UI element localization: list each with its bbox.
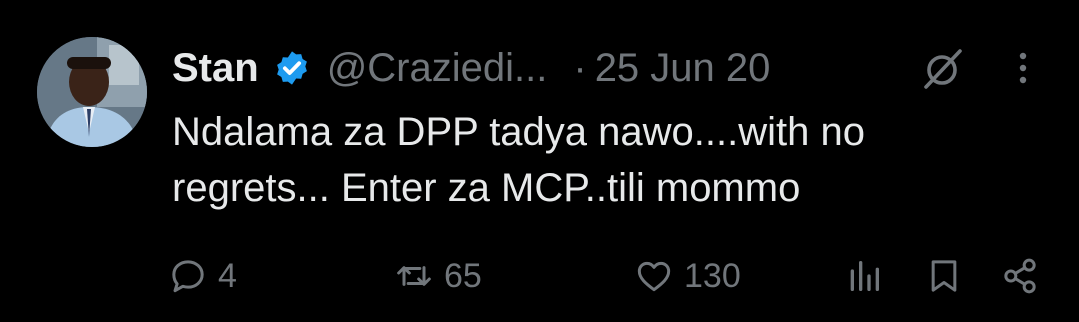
tweet-card[interactable]: Stan @Craziedi... · 25 Jun 20 Ndalama za… <box>0 0 1079 322</box>
like-button[interactable]: 130 <box>634 250 741 302</box>
bookmark-button[interactable] <box>924 250 964 302</box>
repost-button[interactable]: 65 <box>394 250 482 302</box>
reply-count: 4 <box>218 256 237 295</box>
separator-dot: · <box>573 45 587 90</box>
action-bar: 4 65 130 <box>0 250 1079 302</box>
reply-icon <box>172 260 204 293</box>
repost-count: 65 <box>444 256 482 295</box>
tweet-date[interactable]: 25 Jun 20 <box>595 46 771 91</box>
tweet-text-line: regrets... Enter za MCP..tili mommo <box>172 166 801 210</box>
author-handle[interactable]: @Craziedi... <box>327 46 548 91</box>
avatar-image <box>37 37 147 147</box>
tweet-header: Stan @Craziedi... · 25 Jun 20 <box>172 40 1042 96</box>
share-icon <box>1004 258 1036 294</box>
tweet-text: Ndalama za DPP tadya nawo....with no reg… <box>172 104 1052 216</box>
avatar[interactable] <box>37 37 147 147</box>
verified-check-icon <box>276 51 307 85</box>
like-count: 130 <box>684 256 741 295</box>
more-options-icon[interactable] <box>1006 48 1040 88</box>
views-icon <box>850 261 879 291</box>
like-icon <box>637 261 671 292</box>
share-button[interactable] <box>1000 250 1040 302</box>
repost-icon <box>397 266 431 286</box>
author-name[interactable]: Stan <box>172 46 259 91</box>
views-button[interactable] <box>844 250 884 302</box>
bookmark-icon <box>931 260 957 292</box>
grok-icon[interactable] <box>920 46 966 92</box>
reply-button[interactable]: 4 <box>168 250 237 302</box>
tweet-text-line: Ndalama za DPP tadya nawo....with no <box>172 110 865 154</box>
